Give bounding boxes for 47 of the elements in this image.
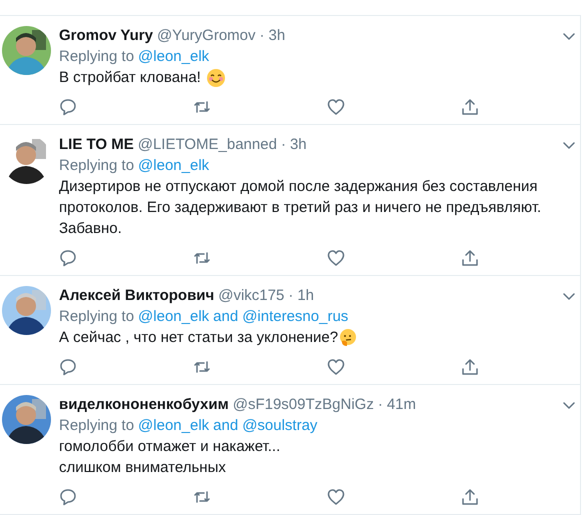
thinking-face-icon — [339, 328, 358, 346]
heart-icon[interactable] — [327, 488, 345, 506]
tweet-text: А сейчас , что нет статьи за уклонение? — [59, 328, 338, 348]
joiner-text: and — [213, 307, 238, 327]
separator-dot: · — [288, 286, 294, 306]
separator-dot: · — [260, 26, 265, 46]
mention-link[interactable]: @soulstray — [242, 415, 318, 436]
share-icon[interactable] — [461, 98, 479, 116]
tweet-text: Дизертиров не отпускают домой после задержания без составления протоколов. Его задерживают в третий раз и ничего не предъявляют. Забавно. — [59, 177, 542, 239]
timestamp[interactable]: 41m — [386, 395, 416, 415]
mention-link[interactable]: @leon_elk — [138, 415, 210, 436]
author-name[interactable]: Gromov Yury — [59, 26, 153, 46]
replying-label: Replying to — [59, 47, 134, 67]
share-icon[interactable] — [461, 249, 479, 267]
reply-icon[interactable] — [59, 488, 77, 506]
smiling-face-icon — [206, 68, 225, 86]
separator-dot: · — [378, 395, 383, 415]
reply-icon[interactable] — [59, 98, 77, 116]
mention-link[interactable]: @leon_elk — [138, 306, 210, 327]
author-name[interactable]: Алексей Викторович — [59, 286, 214, 306]
timestamp[interactable]: 3h — [268, 26, 286, 46]
replying-label: Replying to — [59, 416, 134, 436]
share-icon[interactable] — [461, 358, 479, 376]
author-handle: @vikc175 — [218, 286, 284, 306]
author-name[interactable]: LIE TO ME — [59, 135, 134, 155]
heart-icon[interactable] — [327, 358, 345, 376]
mention-link[interactable]: @leon_elk — [138, 155, 210, 176]
timestamp[interactable]: 1h — [297, 286, 314, 306]
author-name[interactable]: виделкононенкобухим — [59, 395, 229, 415]
joiner-text: and — [213, 416, 238, 436]
author-handle: @YuryGromov — [156, 26, 256, 46]
mention-link[interactable]: @interesno_rus — [242, 306, 348, 327]
separator-dot: · — [280, 135, 286, 155]
replying-label: Replying to — [59, 307, 134, 327]
replying-label: Replying to — [59, 156, 134, 176]
author-handle: @LIETOME_banned — [138, 135, 277, 155]
author-handle: @sF19s09TzBgNiGz — [232, 395, 374, 415]
tweet-text: слишком внимательных — [59, 458, 226, 478]
mention-link[interactable]: @leon_elk — [138, 46, 210, 67]
reply-icon[interactable] — [59, 249, 77, 267]
timestamp[interactable]: 3h — [290, 135, 307, 155]
tweet-text: гомолобби отмажет и накажет... — [59, 437, 280, 457]
tweet-text: В стройбат клована! — [59, 68, 201, 88]
reply-icon[interactable] — [59, 358, 77, 376]
share-icon[interactable] — [461, 488, 479, 506]
heart-icon[interactable] — [327, 249, 345, 267]
heart-icon[interactable] — [327, 98, 345, 116]
